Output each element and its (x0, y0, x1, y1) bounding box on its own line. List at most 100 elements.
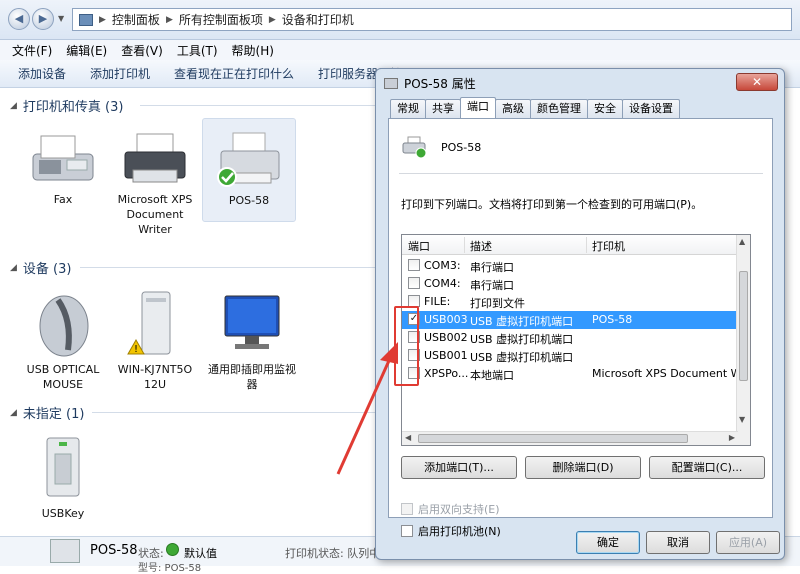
configure-port-button[interactable]: 配置端口(C)... (649, 456, 765, 479)
port-row[interactable]: COM3: 串行端口 (402, 257, 750, 275)
menu-help[interactable]: 帮助(H) (232, 42, 274, 59)
port-name: FILE: (424, 295, 451, 308)
group-devices-header[interactable]: ◢ 设备 (3) (10, 258, 71, 277)
apply-button[interactable]: 应用(A) (716, 531, 780, 554)
horizontal-scrollbar[interactable]: ◀ ▶ (402, 431, 738, 445)
close-button[interactable]: ✕ (736, 73, 778, 91)
bidirectional-checkbox[interactable]: 启用双向支持(E) (401, 501, 500, 517)
tab-general[interactable]: 常规 (390, 99, 426, 118)
breadcrumb-all-items[interactable]: 所有控制面板项 (179, 11, 263, 28)
forward-button[interactable]: ▶ (32, 8, 54, 30)
fax-icon (27, 128, 99, 188)
printer-icon (401, 135, 427, 159)
menu-view[interactable]: 查看(V) (121, 42, 163, 59)
port-row[interactable]: ✓ USB003 USB 虚拟打印机端口 POS-58 (402, 311, 750, 329)
scroll-thumb[interactable] (739, 271, 748, 381)
group-divider (140, 105, 376, 106)
device-label: WIN-KJ7NT5O 12U (117, 363, 193, 391)
port-list[interactable]: 端口 描述 打印机 COM3: 串行端口 COM4: 串行端口 FILE: 打印到文件 ✓ U… (401, 234, 751, 446)
printer-status-label: 打印机状态: 队列中 (285, 547, 381, 560)
device-monitor[interactable]: 通用即插即用监视器 (204, 290, 300, 392)
divider (399, 173, 763, 174)
device-label: USBKey (41, 507, 85, 520)
tab-device-settings[interactable]: 设备设置 (622, 99, 680, 118)
port-description: 串行端口 (470, 261, 514, 274)
address-bar-area: ◀ ▶ ▼ ▶ 控制面板 ▶ 所有控制面板项 ▶ 设备和打印机 (0, 0, 800, 40)
group-devices-label: 设备 (3) (22, 262, 72, 277)
menu-file[interactable]: 文件(F) (12, 42, 52, 59)
dialog-title-bar: POS-58 属性 (384, 75, 476, 92)
group-unspecified-header[interactable]: ◢ 未指定 (1) (10, 403, 84, 422)
port-row[interactable]: USB002 USB 虚拟打印机端口 (402, 329, 750, 347)
collapse-icon: ◢ (10, 262, 17, 273)
history-dropdown-icon[interactable]: ▼ (58, 14, 64, 23)
column-printer[interactable]: 打印机 (592, 238, 625, 254)
device-label: Fax (53, 193, 73, 206)
column-port[interactable]: 端口 (408, 238, 430, 254)
tab-color-management[interactable]: 颜色管理 (530, 99, 588, 118)
menu-edit[interactable]: 编辑(E) (66, 42, 107, 59)
port-printer: Microsoft XPS Document W... (592, 367, 751, 380)
monitor-icon (217, 290, 287, 358)
add-printer-button[interactable]: 添加打印机 (90, 65, 150, 82)
port-description: USB 虚拟打印机端口 (470, 351, 574, 364)
scroll-thumb[interactable] (418, 434, 688, 443)
device-xps-writer[interactable]: Microsoft XPS Document Writer (110, 128, 200, 237)
port-name: COM4: (424, 277, 461, 290)
pooling-label: 启用打印机池(N) (418, 525, 501, 538)
port-description: USB 虚拟打印机端口 (470, 315, 574, 328)
port-row[interactable]: FILE: 打印到文件 (402, 293, 750, 311)
port-list-header: 端口 描述 打印机 (402, 235, 750, 255)
device-label: 通用即插即用监视器 (208, 363, 296, 391)
back-button[interactable]: ◀ (8, 8, 30, 30)
see-printing-button[interactable]: 查看现在正在打印什么 (174, 65, 294, 82)
tab-ports[interactable]: 端口 (460, 97, 496, 118)
group-divider (80, 267, 376, 268)
selected-device-name: POS-58 (90, 543, 138, 558)
port-description: 串行端口 (470, 279, 514, 292)
device-computer[interactable]: ! WIN-KJ7NT5O 12U (110, 290, 200, 392)
menu-tools[interactable]: 工具(T) (177, 42, 218, 59)
device-label: USB OPTICAL MOUSE (26, 363, 100, 391)
tab-advanced[interactable]: 高级 (495, 99, 531, 118)
port-name: COM3: (424, 259, 461, 272)
default-check-icon (166, 543, 179, 556)
scroll-up-icon[interactable]: ▲ (739, 237, 745, 246)
address-field[interactable]: ▶ 控制面板 ▶ 所有控制面板项 ▶ 设备和打印机 (72, 8, 792, 31)
port-checkbox[interactable] (408, 259, 420, 271)
port-row[interactable]: COM4: 串行端口 (402, 275, 750, 293)
printer-name: POS-58 (441, 141, 482, 154)
ok-button[interactable]: 确定 (576, 531, 640, 554)
device-label: Microsoft XPS Document Writer (117, 193, 193, 236)
device-fax[interactable]: Fax (18, 128, 108, 207)
usb-device-icon (33, 432, 93, 502)
printer-properties-dialog: POS-58 属性 ✕ 常规 共享 端口 高级 颜色管理 安全 设备设置 POS… (375, 68, 785, 560)
device-usbkey[interactable]: USBKey (20, 432, 106, 521)
group-printers-header[interactable]: ◢ 打印机和传真 (3) (10, 96, 123, 115)
port-checkbox[interactable] (408, 277, 420, 289)
cancel-button[interactable]: 取消 (646, 531, 710, 554)
device-label: POS-58 (228, 194, 270, 207)
breadcrumb-devices-printers[interactable]: 设备和打印机 (282, 11, 354, 28)
collapse-icon: ◢ (10, 407, 17, 418)
scroll-down-icon[interactable]: ▼ (739, 415, 745, 424)
add-device-button[interactable]: 添加设备 (18, 65, 66, 82)
port-row[interactable]: XPSPo... 本地端口 Microsoft XPS Document W... (402, 365, 751, 383)
checkbox-box (401, 503, 413, 515)
printer-pooling-checkbox[interactable]: 启用打印机池(N) (401, 523, 501, 539)
add-port-button[interactable]: 添加端口(T)... (401, 456, 517, 479)
port-name: XPSPo... (424, 367, 469, 380)
column-description[interactable]: 描述 (470, 238, 492, 254)
svg-text:!: ! (134, 344, 138, 355)
vertical-scrollbar[interactable]: ▲ ▼ (736, 235, 750, 445)
device-usb-mouse[interactable]: USB OPTICAL MOUSE (20, 290, 106, 392)
port-description: USB 虚拟打印机端口 (470, 333, 574, 346)
scroll-right-icon[interactable]: ▶ (729, 433, 735, 442)
device-pos-58[interactable]: POS-58 (202, 118, 296, 222)
annotation-arrow-icon (336, 342, 398, 475)
tab-sharing[interactable]: 共享 (425, 99, 461, 118)
tab-security[interactable]: 安全 (587, 99, 623, 118)
breadcrumb-control-panel[interactable]: 控制面板 (112, 11, 160, 28)
delete-port-button[interactable]: 删除端口(D) (525, 456, 641, 479)
port-row[interactable]: USB001 USB 虚拟打印机端口 (402, 347, 750, 365)
